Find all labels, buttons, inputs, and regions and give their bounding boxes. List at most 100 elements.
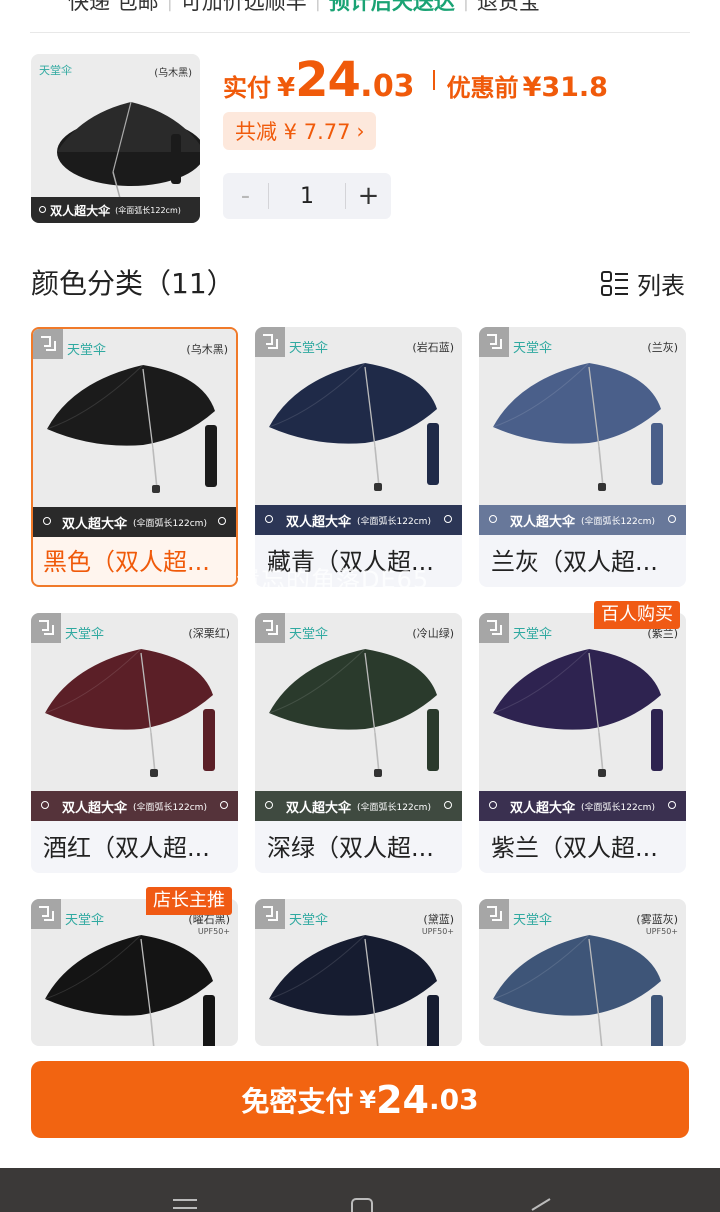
variant-image: 天堂伞 (紫兰) 双人超大伞 (伞面弧长122cm) [479, 613, 686, 821]
brand-mark-icon [487, 906, 502, 921]
pay-button-label: 免密支付 [241, 1084, 354, 1118]
variant-image: 天堂伞 (曜石黑) UPF50+ [31, 899, 238, 1046]
brand-badge [255, 327, 285, 357]
brand-logo-text: 天堂伞 [65, 627, 105, 642]
pay-label: 实付 [223, 74, 271, 102]
umbrella-image [492, 362, 663, 491]
variant-image: 天堂伞 (岩石蓝) 双人超大伞 (伞面弧长122cm) [255, 327, 462, 535]
variant-color-tag: (岩石蓝) [412, 341, 454, 354]
band-note: (伞面弧长122cm) [357, 516, 431, 527]
brand-mark-icon [39, 906, 54, 921]
list-toggle-label: 列表 [637, 272, 685, 300]
variant-card[interactable]: 天堂伞 (曜石黑) UPF50+ [31, 899, 238, 1046]
brand-logo-text: 天堂伞 [289, 341, 329, 356]
variant-card[interactable]: 天堂伞 (紫兰) 双人超大伞 (伞面弧长122cm) 紫兰（双人超... [479, 613, 686, 873]
variant-caption-band: 双人超大伞 (伞面弧长122cm) [31, 791, 238, 821]
thumb-caption-band: 双人超大伞 (伞面弧长122cm) [31, 197, 200, 223]
product-thumbnail[interactable]: 天堂伞 (乌木黑) 双人超大伞 (伞面弧长122cm) [31, 54, 200, 223]
variant-image: 天堂伞 (兰灰) 双人超大伞 (伞面弧长122cm) [479, 327, 686, 535]
variant-color-tag: (冷山绿) [412, 627, 454, 640]
variant-card[interactable]: 天堂伞 (雾蓝灰) UPF50+ [479, 899, 686, 1046]
band-text: 双人超大伞 [62, 516, 128, 532]
pay-amount-decimal: .03 [429, 1083, 479, 1116]
circle-icon [41, 801, 49, 809]
brand-logo-text: 天堂伞 [513, 341, 553, 356]
discount-detail-button[interactable]: 共减 ¥ 7.77 › [223, 112, 377, 150]
section-divider [30, 32, 690, 33]
increment-button[interactable]: + [346, 181, 391, 211]
price-line: 实付 ¥ 24 . 03 优惠前 ¥31.8 [223, 52, 608, 108]
pay-button[interactable]: 免密支付 ¥ 24 .03 [31, 1061, 689, 1138]
variant-image: 天堂伞 (乌木黑) 双人超大伞 (伞面弧长122cm) [33, 329, 236, 537]
band-note: (伞面弧长122cm) [581, 802, 655, 813]
quantity-stepper: - 1 + [223, 173, 391, 219]
back-icon[interactable] [528, 1198, 554, 1212]
brand-mark-icon [41, 336, 56, 351]
variant-color-tag: (深栗红) [188, 627, 230, 640]
variant-card[interactable]: 天堂伞 (深栗红) 双人超大伞 (伞面弧长122cm) 酒红（双人超... [31, 613, 238, 873]
decrement-button[interactable]: - [223, 181, 268, 211]
umbrella-image [268, 648, 439, 777]
band-note: (伞面弧长122cm) [133, 802, 207, 813]
home-icon[interactable] [350, 1198, 376, 1212]
variant-name: 兰灰（双人超... [491, 548, 658, 576]
circle-icon [489, 801, 497, 809]
brand-logo-text: 天堂伞 [65, 913, 105, 928]
variant-card[interactable]: 天堂伞 (冷山绿) 双人超大伞 (伞面弧长122cm) 深绿（双人超... [255, 613, 462, 873]
umbrella-image [44, 648, 215, 777]
price-integer: 24 [295, 52, 361, 108]
list-icon [601, 270, 628, 296]
band-text: 双人超大伞 [286, 514, 352, 530]
circle-icon [668, 801, 676, 809]
brand-badge [33, 329, 63, 359]
circle-icon [39, 206, 46, 213]
brand-mark-icon [263, 620, 278, 635]
variant-image: 天堂伞 (雾蓝灰) UPF50+ [479, 899, 686, 1046]
brand-badge [479, 899, 509, 929]
variant-name: 深绿（双人超... [267, 834, 434, 862]
umbrella-image [46, 364, 217, 493]
service-shipping: 快递 包邮 [68, 0, 159, 14]
brand-logo-text: 天堂伞 [289, 627, 329, 642]
variant-caption-band: 双人超大伞 (伞面弧长122cm) [255, 505, 462, 535]
thumb-band-text: 双人超大伞 [50, 203, 111, 218]
variant-color-tag: (黛蓝) UPF50+ [421, 913, 454, 936]
menu-icon[interactable] [172, 1198, 198, 1212]
section-title: 颜色分类（11） [31, 267, 235, 300]
variant-card[interactable]: 天堂伞 (兰灰) 双人超大伞 (伞面弧长122cm) 兰灰（双人超... [479, 327, 686, 587]
variant-card[interactable]: 天堂伞 (黛蓝) UPF50+ [255, 899, 462, 1046]
brand-logo-text: 天堂伞 [67, 343, 107, 358]
variant-card[interactable]: 天堂伞 (岩石蓝) 双人超大伞 (伞面弧长122cm) 藏青（双人超... [255, 327, 462, 587]
brand-mark-icon [487, 334, 502, 349]
band-note: (伞面弧长122cm) [581, 516, 655, 527]
brand-logo-text: 天堂伞 [289, 913, 329, 928]
variant-image: 天堂伞 (冷山绿) 双人超大伞 (伞面弧长122cm) [255, 613, 462, 821]
variant-name: 酒红（双人超... [43, 834, 210, 862]
price-dot: . [359, 65, 373, 105]
brand-logo-text: 天堂伞 [39, 64, 72, 77]
brand-badge [479, 613, 509, 643]
umbrella-image [268, 362, 439, 491]
price-decimal: 03 [372, 69, 415, 104]
variant-color-tag: (兰灰) [647, 341, 678, 354]
pay-currency: ¥ [359, 1085, 377, 1114]
circle-icon [489, 515, 497, 523]
variant-name: 紫兰（双人超... [491, 834, 658, 862]
list-view-toggle[interactable]: 列表 [601, 266, 685, 301]
pre-discount-label: 优惠前 [446, 74, 519, 102]
pre-discount-price: ¥31.8 [522, 72, 608, 103]
quantity-input[interactable]: 1 [269, 184, 345, 209]
variant-image: 天堂伞 (深栗红) 双人超大伞 (伞面弧长122cm) [31, 613, 238, 821]
variant-card[interactable]: 天堂伞 (乌木黑) 双人超大伞 (伞面弧长122cm) 黑色（双人超... [31, 327, 238, 587]
divider: | [314, 0, 321, 12]
service-row: 快递 包邮 | 可加价选顺丰 | 预计后天送达 | 退货宝 [68, 0, 540, 16]
variant-caption-band: 双人超大伞 (伞面弧长122cm) [255, 791, 462, 821]
thumb-band-note: (伞面弧长122cm) [115, 205, 181, 215]
variant-caption-band: 双人超大伞 (伞面弧长122cm) [479, 791, 686, 821]
upf-label: UPF50+ [645, 927, 678, 936]
band-text: 双人超大伞 [286, 800, 352, 816]
brand-badge [479, 327, 509, 357]
service-sf-upgrade: 可加价选顺丰 [180, 0, 307, 14]
brand-logo-text: 天堂伞 [513, 913, 553, 928]
divider: | [462, 0, 469, 12]
